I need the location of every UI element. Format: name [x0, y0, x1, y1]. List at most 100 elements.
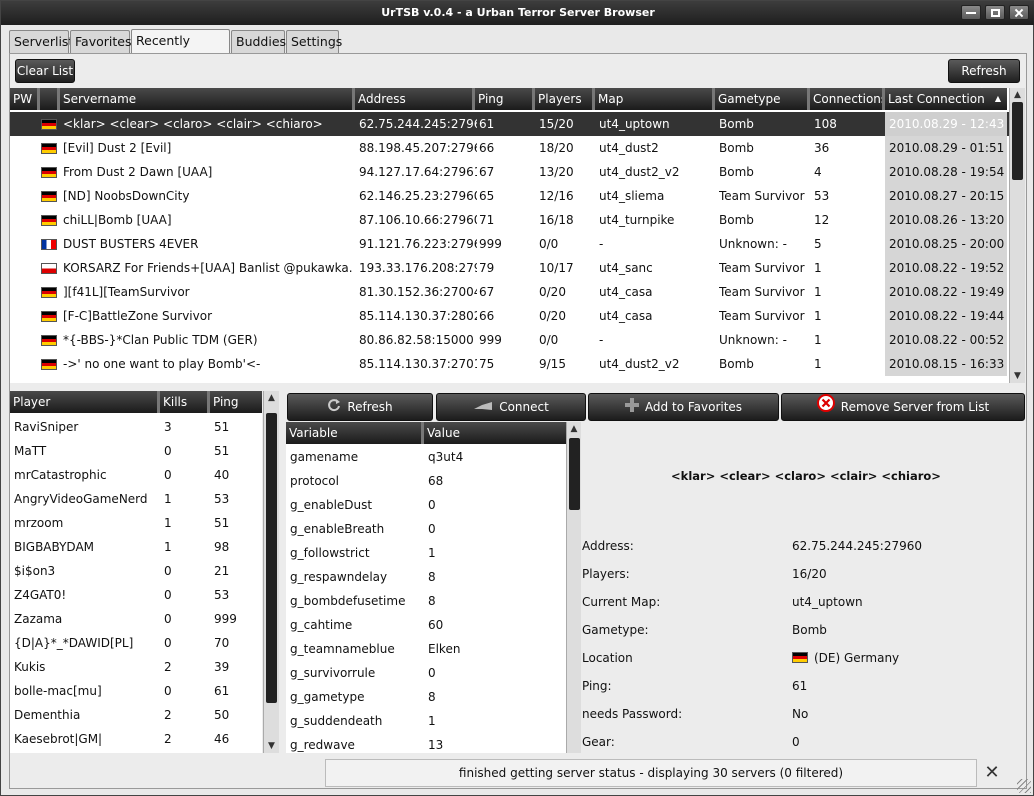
server-row[interactable]: [ND] NoobsDownCity 62.146.25.23:27960 65 12…	[10, 184, 1009, 208]
server-connections: 36	[814, 141, 830, 155]
variable-row[interactable]: g_gametype 8	[286, 685, 566, 709]
col-header-connections[interactable]: Connections	[810, 88, 885, 110]
col-header-value[interactable]: Value	[424, 422, 566, 444]
minimize-button[interactable]	[961, 5, 981, 20]
col-header-player-ping[interactable]: Ping	[210, 391, 262, 413]
variable-row[interactable]: protocol 68	[286, 469, 566, 493]
variable-row[interactable]: g_survivorrule 0	[286, 661, 566, 685]
server-map: ut4_dust2	[599, 141, 659, 155]
server-row[interactable]: From Dust 2 Dawn [UAA] 94.127.17.64:27961…	[10, 160, 1009, 184]
tab-favorites[interactable]: Favorites	[70, 30, 131, 54]
server-table: PW Servername Address Ping Players Map G…	[10, 88, 1009, 383]
variable-value: 8	[428, 570, 436, 584]
refresh-server-button[interactable]: Refresh	[287, 393, 433, 421]
variables-table-scrollbar[interactable]: ▲	[566, 422, 581, 753]
col-header-gametype[interactable]: Gametype	[715, 88, 810, 110]
player-row[interactable]: RaviSniper 3 51	[10, 415, 262, 439]
variable-row[interactable]: g_enableDust 0	[286, 493, 566, 517]
maximize-button[interactable]	[985, 5, 1005, 20]
refresh-list-button[interactable]: Refresh List	[948, 59, 1020, 100]
player-row[interactable]: $i$on3 0 21	[10, 559, 262, 583]
server-row[interactable]: [F-C]BattleZone Survivor 85.114.130.37:28…	[10, 304, 1009, 328]
tab-recently-played[interactable]: Recently Played	[131, 29, 230, 70]
tab-serverlist[interactable]: Serverlist	[9, 30, 73, 54]
player-row[interactable]: MaTT 0 51	[10, 439, 262, 463]
variable-row[interactable]: g_enableBreath 0	[286, 517, 566, 541]
close-window-button[interactable]	[1009, 5, 1029, 20]
variable-value: Elken	[428, 642, 461, 656]
server-row[interactable]: ][f41L][TeamSurvivor 81.30.152.36:27004 67…	[10, 280, 1009, 304]
add-to-favorites-button[interactable]: Add to Favorites	[588, 393, 779, 421]
server-ping: 67	[479, 285, 495, 299]
player-row[interactable]: AngryVideoGameNerd 1 53	[10, 487, 262, 511]
variable-name: g_redwave	[290, 738, 355, 752]
player-row[interactable]: mrzoom 1 51	[10, 511, 262, 535]
col-header-flag[interactable]	[40, 88, 60, 110]
col-header-pw[interactable]: PW	[10, 88, 40, 110]
connect-button[interactable]: Connect	[436, 393, 586, 421]
scroll-down-icon[interactable]: ▼	[1010, 369, 1025, 383]
col-header-last-connection[interactable]: Last Connection ▲	[885, 88, 1007, 110]
remove-server-button[interactable]: Remove Server from List	[781, 393, 1025, 421]
player-row[interactable]: Zazama 0 999	[10, 607, 262, 631]
resize-grip[interactable]	[1017, 779, 1031, 793]
server-name: [F-C]BattleZone Survivor	[63, 309, 213, 323]
player-table-scrollbar[interactable]: ▲ ▼	[263, 391, 279, 753]
server-row[interactable]: <klar> <clear> <claro> <clair> <chiaro> 6…	[10, 112, 1009, 136]
col-header-variable[interactable]: Variable	[286, 422, 424, 444]
player-row[interactable]: BIGBABYDAM 1 98	[10, 535, 262, 559]
variable-row[interactable]: g_cahtime 60	[286, 613, 566, 637]
scroll-down-icon[interactable]: ▼	[264, 739, 279, 753]
player-row[interactable]: {D|A}*_*DAWID[PL] 0 70	[10, 631, 262, 655]
variable-row[interactable]: g_bombdefusetime 8	[286, 589, 566, 613]
status-close-icon[interactable]: ✕	[981, 761, 1003, 785]
server-ping: 999	[479, 333, 502, 347]
scroll-up-icon[interactable]: ▲	[1010, 88, 1025, 102]
variable-row[interactable]: g_respawndelay 8	[286, 565, 566, 589]
scrollbar-thumb[interactable]	[569, 438, 580, 510]
tab-settings[interactable]: Settings	[286, 30, 342, 54]
server-players: 15/20	[539, 117, 574, 131]
server-address: 91.121.76.223:27960	[359, 237, 477, 251]
server-gametype: Bomb	[719, 141, 754, 155]
server-row[interactable]: ->' no one want to play Bomb'<- 85.114.13…	[10, 352, 1009, 376]
scrollbar-thumb[interactable]	[1012, 102, 1023, 180]
variable-row[interactable]: g_followstrict 1	[286, 541, 566, 565]
variable-row[interactable]: gamename q3ut4	[286, 445, 566, 469]
server-row[interactable]: *{-BBS-}*Clan Public TDM (GER) 80.86.82.5…	[10, 328, 1009, 352]
server-row[interactable]: DUST BUSTERS 4EVER 91.121.76.223:27960 999…	[10, 232, 1009, 256]
scroll-up-icon[interactable]: ▲	[567, 422, 581, 436]
clear-list-button[interactable]: Clear List	[15, 59, 75, 83]
server-info-value-text: 0	[792, 735, 800, 749]
variable-value: 0	[428, 522, 436, 536]
player-row[interactable]: Dementhia 2 50	[10, 703, 262, 727]
player-row[interactable]: Kukis 2 39	[10, 655, 262, 679]
col-header-ping[interactable]: Ping	[475, 88, 535, 110]
server-row[interactable]: [Evil] Dust 2 [Evil] 88.198.45.207:27961 6…	[10, 136, 1009, 160]
tab-buddies[interactable]: Buddies	[231, 30, 286, 54]
col-header-address[interactable]: Address	[355, 88, 475, 110]
server-row[interactable]: chiLL|Bomb [UAA] 87.106.10.66:27960 71 16/1…	[10, 208, 1009, 232]
col-header-players[interactable]: Players	[535, 88, 595, 110]
server-info-value: 62.75.244.245:27960	[792, 539, 922, 553]
variable-row[interactable]: g_redwave 13	[286, 733, 566, 753]
variable-row[interactable]: g_teamnameblue Elken	[286, 637, 566, 661]
server-ping: 61	[479, 117, 495, 131]
col-header-player[interactable]: Player	[10, 391, 160, 413]
player-row[interactable]: mrCatastrophic 0 40	[10, 463, 262, 487]
server-players: 0/0	[539, 333, 559, 347]
player-row[interactable]: Z4GAT0! 0 53	[10, 583, 262, 607]
variable-row[interactable]: g_suddendeath 1	[286, 709, 566, 733]
scrollbar-thumb[interactable]	[266, 413, 277, 703]
scroll-up-icon[interactable]: ▲	[264, 391, 279, 405]
col-header-map[interactable]: Map	[595, 88, 715, 110]
server-table-scrollbar[interactable]: ▲ ▼	[1009, 88, 1025, 383]
server-row[interactable]: KORSARZ For Friends+[UAA] Banlist @pukaw…	[10, 256, 1009, 280]
server-ping: 71	[479, 213, 495, 227]
player-kills: 1	[164, 516, 172, 530]
col-header-servername[interactable]: Servername	[60, 88, 355, 110]
col-header-kills[interactable]: Kills	[160, 391, 210, 413]
player-row[interactable]: bolle-mac[mu] 0 61	[10, 679, 262, 703]
server-info-value-text: 16/20	[792, 567, 827, 581]
player-row[interactable]: Kaesebrot|GM| 2 46	[10, 727, 262, 751]
